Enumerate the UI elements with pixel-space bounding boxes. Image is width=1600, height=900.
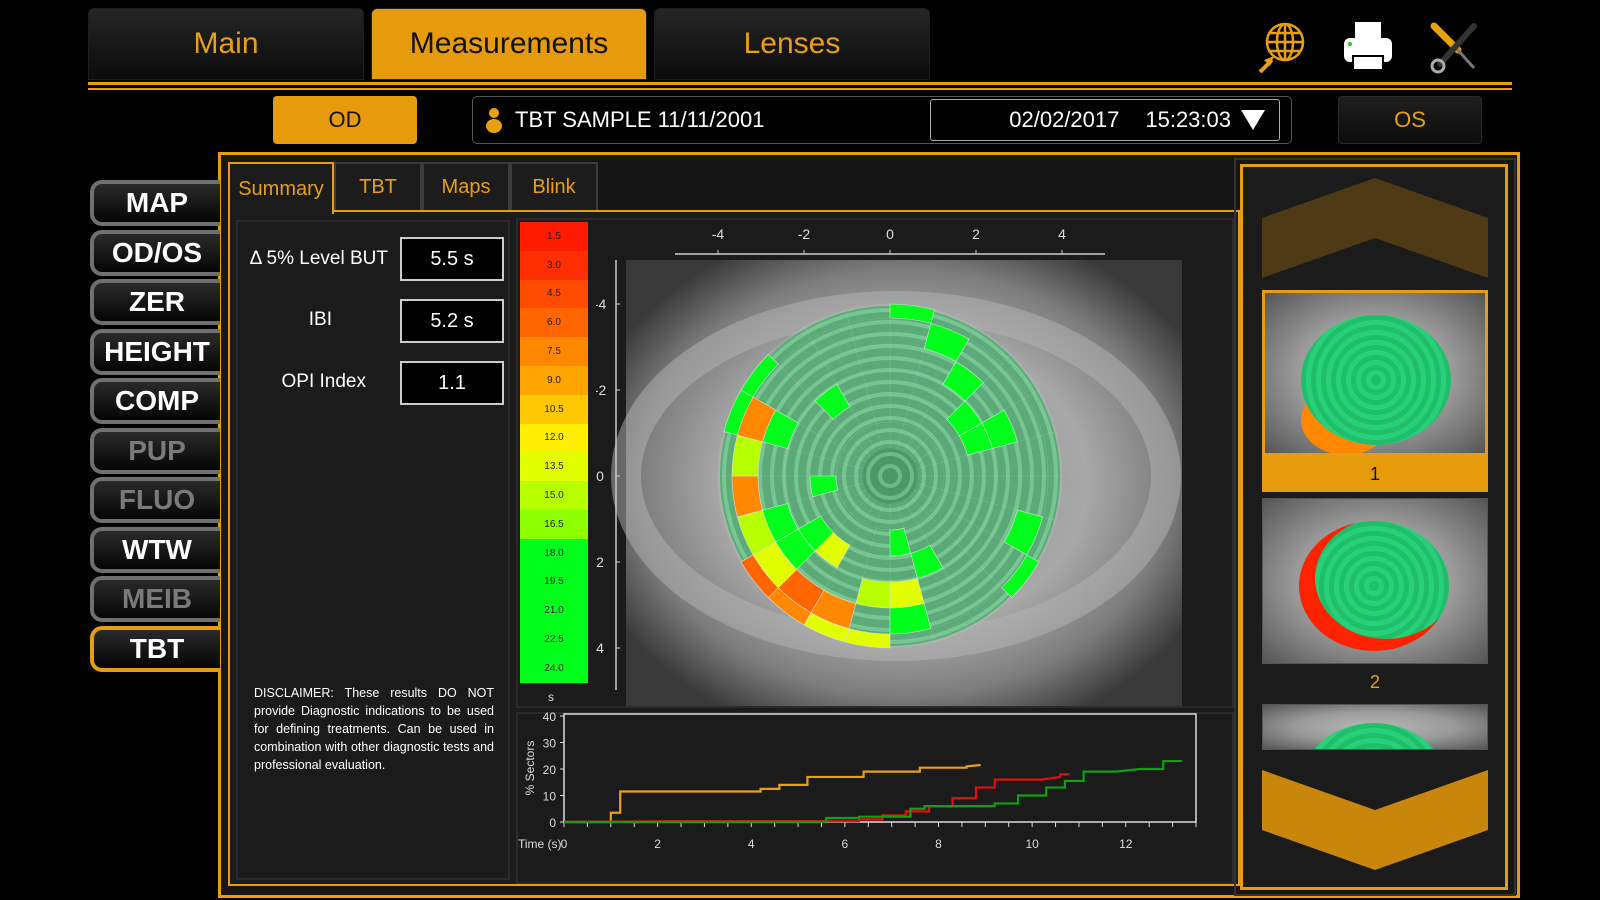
map-x-tick: 4 <box>1058 226 1066 242</box>
patient-name: TBT SAMPLE 11/11/2001 <box>515 107 765 132</box>
ibi-value: 5.2 s <box>400 299 504 343</box>
legend-step: 13.5 <box>520 452 588 482</box>
ibi-label: IBI <box>308 309 332 330</box>
tab-maps[interactable]: Maps <box>422 162 510 212</box>
legend-step: 15.0 <box>520 481 588 510</box>
tab-measurements[interactable]: Measurements <box>371 8 647 80</box>
x-axis-label: Time (s) <box>518 837 562 851</box>
map-sector <box>1017 475 1049 518</box>
y-tick-label: 0 <box>549 816 556 830</box>
measurement-thumbnail[interactable] <box>1262 290 1488 456</box>
y-axis-label: % Sectors <box>523 741 537 796</box>
map-sector <box>889 317 932 349</box>
map-sector <box>889 603 932 635</box>
exam-date-dropdown[interactable]: 02/02/2017 15:23:03 <box>930 99 1280 141</box>
thumbnail-label: 1 <box>1262 456 1488 492</box>
x-tick-label: 12 <box>1119 837 1133 851</box>
x-tick-label: 0 <box>561 837 568 851</box>
legend-step: 1.5 <box>520 222 588 251</box>
legend-step: 21.0 <box>520 596 588 626</box>
legend-step: 24.0 <box>520 653 588 683</box>
map-x-tick: -2 <box>798 226 811 242</box>
map-sector <box>1017 434 1049 477</box>
disclaimer-text: DISCLAIMER: These results DO NOT provide… <box>254 686 494 772</box>
sidebar-item-height[interactable]: HEIGHT <box>90 328 220 375</box>
sidebar-item-fluo[interactable]: FLUO <box>90 477 220 523</box>
exam-time: 15:23:03 <box>1145 107 1231 132</box>
map-x-tick: 2 <box>972 226 980 242</box>
legend-step: 12.0 <box>520 423 588 453</box>
legend-step: 10.5 <box>520 394 588 424</box>
tbt-sector-map: -4 -2 0 2 4 -4 -2 0 2 4 <box>596 226 1182 706</box>
x-tick-label: 4 <box>748 837 755 851</box>
map-sector <box>731 434 763 477</box>
sidebar-item-wtw[interactable]: WTW <box>90 526 220 573</box>
legend-step: 19.5 <box>520 567 588 597</box>
x-tick-label: 6 <box>842 837 849 851</box>
thumbnail-label: 2 <box>1369 671 1380 692</box>
globe-network-icon[interactable] <box>1250 18 1310 76</box>
legend-step: 22.5 <box>520 625 588 654</box>
printer-icon[interactable] <box>1338 18 1398 76</box>
opi-label: OPI Index <box>281 371 367 392</box>
legend-step: 9.0 <box>520 365 588 395</box>
sidebar-item-meib[interactable]: MEIB <box>90 576 220 622</box>
tab-main[interactable]: Main <box>88 8 364 80</box>
map-sector <box>848 603 891 635</box>
sidebar-item-tbt[interactable]: TBT <box>90 625 220 672</box>
measurement-thumbnail[interactable] <box>1262 704 1488 750</box>
thumbnail-map <box>1299 723 1449 749</box>
y-tick-label: 30 <box>543 737 557 751</box>
scroll-down-button[interactable] <box>1262 770 1488 876</box>
measurement-thumbnail[interactable] <box>1262 498 1488 664</box>
map-y-tick: -4 <box>596 296 606 312</box>
legend-unit: s <box>548 690 554 704</box>
map-sector <box>731 475 763 518</box>
tab-tbt[interactable]: TBT <box>334 162 422 212</box>
legend-step: 4.5 <box>520 279 588 309</box>
y-tick-label: 40 <box>543 712 557 724</box>
scroll-up-button[interactable] <box>1262 178 1488 284</box>
x-tick-label: 2 <box>654 837 661 851</box>
but-value: 5.5 s <box>400 237 504 281</box>
thumbnail-map <box>1301 315 1451 445</box>
tools-settings-icon[interactable] <box>1424 18 1484 76</box>
opi-value: 1.1 <box>400 361 504 405</box>
sidebar-item-pup[interactable]: PUP <box>90 427 220 474</box>
sidebar-item-comp[interactable]: COMP <box>90 378 220 424</box>
map-x-tick: -4 <box>712 226 725 242</box>
x-tick-label: 8 <box>935 837 942 851</box>
exam-date: 02/02/2017 <box>1009 107 1120 132</box>
tab-summary[interactable]: Summary <box>228 162 334 214</box>
legend-step: 3.0 <box>520 250 588 280</box>
legend-step: 7.5 <box>520 337 588 366</box>
tab-blink[interactable]: Blink <box>510 162 598 212</box>
map-y-tick: 4 <box>596 640 604 656</box>
map-sector <box>848 317 891 349</box>
but-label: Δ 5% Level BUT <box>249 248 388 269</box>
legend-step: 6.0 <box>520 308 588 338</box>
divider <box>88 82 1512 85</box>
thumbnail-map <box>1299 521 1449 651</box>
legend-step: 18.0 <box>520 538 588 568</box>
map-y-tick: 2 <box>596 554 604 570</box>
legend-step: 16.5 <box>520 509 588 539</box>
sector-time-chart: 0 10 20 30 40 0 2 4 6 8 10 12 Time (s) % Sectors <box>518 712 1197 851</box>
y-tick-label: 10 <box>543 790 557 804</box>
map-y-tick: 0 <box>596 468 604 484</box>
x-tick-label: 10 <box>1025 837 1039 851</box>
sidebar-item-map[interactable]: MAP <box>90 180 220 226</box>
chart-plot-area <box>563 713 1197 823</box>
y-tick-label: 20 <box>543 763 557 777</box>
od-eye-button[interactable]: OD <box>273 96 417 144</box>
map-y-tick: -2 <box>596 382 606 398</box>
chevron-down-icon <box>1241 110 1265 130</box>
os-eye-button[interactable]: OS <box>1338 96 1482 144</box>
tab-lenses[interactable]: Lenses <box>654 8 930 80</box>
sidebar-item-od-os[interactable]: OD/OS <box>90 229 220 276</box>
divider <box>88 88 1512 90</box>
color-legend: 1.5 3.0 4.5 6.0 7.5 9.0 10.5 12.0 13.5 15.0 16.5 18… <box>520 222 588 683</box>
map-x-tick: 0 <box>886 226 894 242</box>
person-icon <box>486 108 502 133</box>
